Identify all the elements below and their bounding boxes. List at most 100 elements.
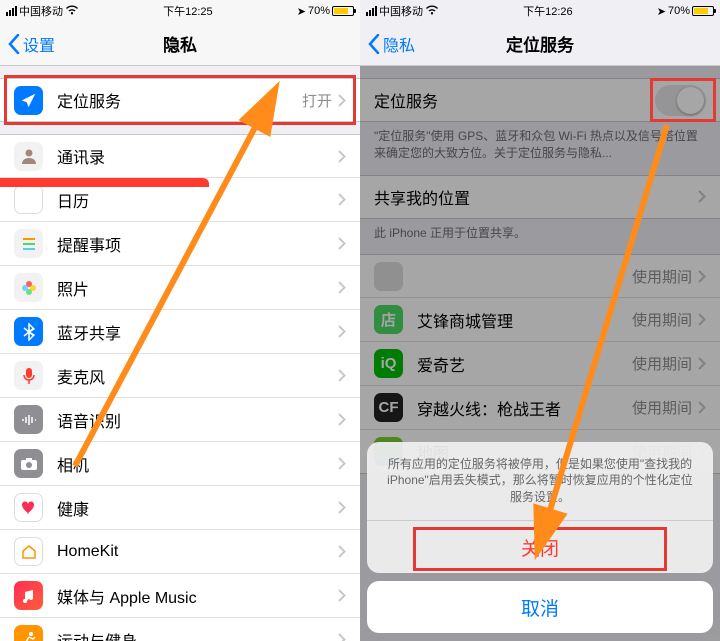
share-note: 此 iPhone 正用于位置共享。 <box>360 219 720 242</box>
chevron-icon <box>338 94 346 107</box>
photos-icon <box>14 273 43 302</box>
row-detail: 打开 <box>302 90 332 111</box>
row-label: 定位服务 <box>374 88 655 112</box>
row-photos[interactable]: 照片 <box>0 266 360 310</box>
chevron-icon <box>338 457 346 470</box>
chevron-icon <box>338 589 346 602</box>
row-label: 穿越火线：枪战王者 <box>417 396 632 420</box>
row-location-services[interactable]: 定位服务 打开 <box>0 78 360 122</box>
time: 下午12:26 <box>523 3 573 19</box>
sheet-cancel-button[interactable]: 取消 <box>367 581 713 633</box>
motion-icon <box>14 625 43 641</box>
music-icon <box>14 581 43 610</box>
phone-privacy: 中国移动 下午12:25 ➤ 70% 设置 隐私 <box>0 0 360 641</box>
row-share-location[interactable]: 共享我的位置 <box>360 175 720 219</box>
reminders-icon <box>14 229 43 258</box>
back-label: 设置 <box>23 32 55 56</box>
row-status: 使用期间 <box>632 353 692 374</box>
row-health[interactable]: 健康 <box>0 486 360 530</box>
location-status-icon: ➤ <box>297 5 306 18</box>
chevron-icon <box>338 545 346 558</box>
row-media[interactable]: 媒体与 Apple Music <box>0 574 360 618</box>
chevron-icon <box>698 190 706 203</box>
row-label: 日历 <box>57 188 338 212</box>
signal-icon <box>6 6 17 16</box>
row-status: 使用期间 <box>632 309 692 330</box>
battery-pct: 70% <box>668 5 690 17</box>
health-icon <box>14 493 43 522</box>
row-app-3[interactable]: CF 穿越火线：枪战王者 使用期间 <box>360 386 720 430</box>
chevron-icon <box>698 313 706 326</box>
row-homekit[interactable]: HomeKit <box>0 530 360 574</box>
chevron-icon <box>338 369 346 382</box>
back-button[interactable]: 隐私 <box>368 32 415 56</box>
sheet-close-button[interactable]: 关闭 <box>367 521 713 573</box>
chevron-icon <box>698 357 706 370</box>
row-label: 媒体与 Apple Music <box>57 584 338 608</box>
sheet-message: 所有应用的定位服务将被停用，但是如果您使用"查找我的 iPhone"启用丢失模式… <box>367 442 713 521</box>
chevron-icon <box>338 325 346 338</box>
wifi-icon <box>65 5 79 18</box>
page-title: 隐私 <box>163 31 197 56</box>
row-reminders[interactable]: 提醒事项 <box>0 222 360 266</box>
chevron-icon <box>338 193 346 206</box>
row-camera[interactable]: 相机 <box>0 442 360 486</box>
back-button[interactable]: 设置 <box>8 32 55 56</box>
chevron-icon <box>338 150 346 163</box>
bluetooth-icon <box>14 317 43 346</box>
row-microphone[interactable]: 麦克风 <box>0 354 360 398</box>
chevron-icon <box>338 413 346 426</box>
location-desc: "定位服务"使用 GPS、蓝牙和众包 Wi-Fi 热点以及信号塔位置来确定您的大… <box>360 122 720 163</box>
row-label: 麦克风 <box>57 364 338 388</box>
phone-location-services: 中国移动 下午12:26 ➤ 70% 隐私 定位服务 定位服务 <box>360 0 720 641</box>
action-sheet: 所有应用的定位服务将被停用，但是如果您使用"查找我的 iPhone"启用丢失模式… <box>367 442 713 641</box>
row-bluetooth[interactable]: 蓝牙共享 <box>0 310 360 354</box>
calendar-icon <box>14 185 43 214</box>
row-label: 照片 <box>57 276 338 300</box>
row-speech[interactable]: 语音识别 <box>0 398 360 442</box>
row-motion[interactable]: 运动与健身 <box>0 618 360 641</box>
app-icon: CF <box>374 393 403 422</box>
wifi-icon <box>425 5 439 18</box>
location-toggle[interactable] <box>655 85 706 116</box>
row-status: 使用期间 <box>632 397 692 418</box>
app-icon: 店 <box>374 305 403 334</box>
row-location-toggle[interactable]: 定位服务 <box>360 78 720 122</box>
page-title: 定位服务 <box>506 31 574 56</box>
microphone-icon <box>14 361 43 390</box>
chevron-icon <box>338 633 346 641</box>
row-label: 蓝牙共享 <box>57 320 338 344</box>
carrier: 中国移动 <box>379 3 423 19</box>
battery-icon <box>692 6 714 16</box>
row-label: 语音识别 <box>57 408 338 432</box>
row-app-1[interactable]: 店 艾锋商城管理 使用期间 <box>360 298 720 342</box>
row-calendar[interactable]: 日历 <box>0 178 360 222</box>
battery-icon <box>332 6 354 16</box>
chevron-icon <box>338 501 346 514</box>
row-label: 相机 <box>57 452 338 476</box>
location-icon <box>14 86 43 115</box>
chevron-icon <box>338 237 346 250</box>
row-label: 艾锋商城管理 <box>417 308 632 332</box>
row-app-2[interactable]: iQ 爱奇艺 使用期间 <box>360 342 720 386</box>
row-label: 共享我的位置 <box>374 185 698 209</box>
status-bar: 中国移动 下午12:25 ➤ 70% <box>0 0 360 22</box>
time: 下午12:25 <box>163 3 213 19</box>
back-label: 隐私 <box>383 32 415 56</box>
row-label: 提醒事项 <box>57 232 338 256</box>
row-app-0[interactable]: 使用期间 <box>360 254 720 298</box>
camera-icon <box>14 449 43 478</box>
row-label: 爱奇艺 <box>417 352 632 376</box>
row-label: HomeKit <box>57 543 338 561</box>
chevron-icon <box>338 281 346 294</box>
chevron-icon <box>698 401 706 414</box>
signal-icon <box>366 6 377 16</box>
homekit-icon <box>14 537 43 566</box>
app-icon <box>374 262 403 291</box>
nav-bar: 设置 隐私 <box>0 22 360 66</box>
contacts-icon <box>14 142 43 171</box>
row-label: 定位服务 <box>57 88 302 112</box>
row-status: 使用期间 <box>632 266 692 287</box>
row-label: 通讯录 <box>57 144 338 168</box>
row-contacts[interactable]: 通讯录 <box>0 134 360 178</box>
